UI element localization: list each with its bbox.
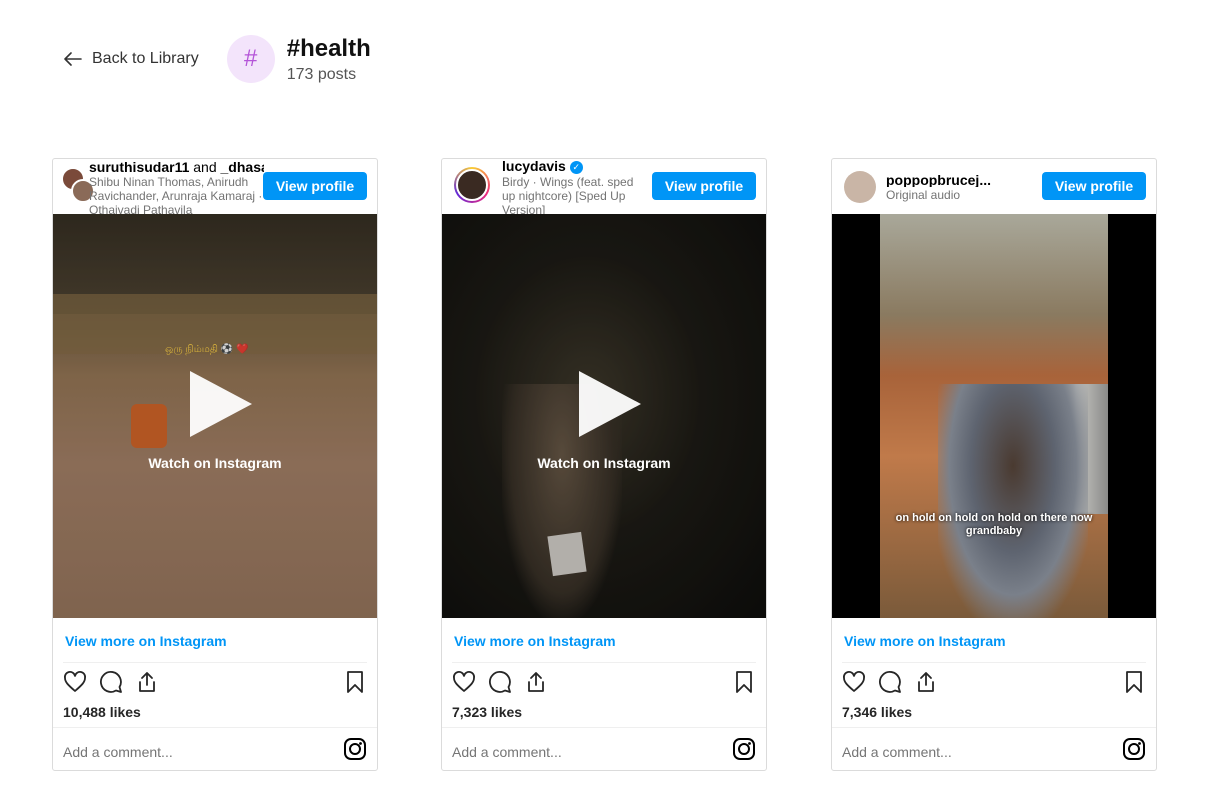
divider [832,727,1156,728]
play-icon[interactable] [190,371,252,437]
heart-icon[interactable] [842,670,866,694]
view-profile-button[interactable]: View profile [1042,172,1146,200]
watch-on-instagram-link[interactable]: Watch on Instagram [442,455,766,471]
view-more-link[interactable]: View more on Instagram [454,633,616,649]
share-icon[interactable] [914,670,938,694]
divider [63,662,367,663]
post-count: 173 posts [286,66,357,83]
action-bar [842,670,1146,696]
bookmark-icon[interactable] [343,670,367,694]
card-header: poppopbrucej... Original audio View prof… [832,159,1156,214]
play-icon[interactable] [579,371,641,437]
share-icon[interactable] [524,670,548,694]
watch-on-instagram-link[interactable]: Watch on Instagram [53,455,377,471]
view-more-link[interactable]: View more on Instagram [844,633,1006,649]
username[interactable]: suruthisudar11 and _dhasa [89,160,264,174]
card-header: lucydavis ✓ Birdy · Wings (feat. sped up … [442,159,766,217]
video-thumbnail[interactable]: Watch on Instagram [442,214,766,618]
back-to-library-link[interactable]: Back to Library [64,50,199,68]
likes-count: 10,488 likes [63,704,141,720]
divider [842,662,1146,663]
comment-icon[interactable] [878,670,902,694]
comment-input[interactable] [452,744,702,760]
likes-count: 7,323 likes [452,704,523,720]
page-header: Back to Library # #health 173 posts [64,34,371,84]
verified-badge-icon: ✓ [569,160,583,174]
audio-track[interactable]: Original audio [886,188,1044,202]
likes-count: 7,346 likes [842,704,913,720]
divider [53,727,377,728]
video-thumbnail[interactable]: ஒரு நிம்மதி ⚽ ❤️ Watch on Instagram [53,214,377,618]
instagram-embed-card: lucydavis ✓ Birdy · Wings (feat. sped up … [441,158,767,771]
bookmark-icon[interactable] [732,670,756,694]
audio-track[interactable]: Shibu Ninan Thomas, Anirudh Ravichander,… [89,175,263,217]
tag-info: #health 173 posts [287,34,371,84]
video-caption: on hold on hold on hold on there now gra… [895,512,1093,537]
comment-input[interactable] [842,744,1092,760]
avatar[interactable] [844,171,876,203]
view-more-link[interactable]: View more on Instagram [65,633,227,649]
username[interactable]: poppopbrucej... [886,173,1036,187]
instagram-icon[interactable] [732,737,756,761]
bookmark-icon[interactable] [1122,670,1146,694]
instagram-embed-card: suruthisudar11 and _dhasa Shibu Ninan Th… [52,158,378,771]
instagram-icon[interactable] [343,737,367,761]
comment-icon[interactable] [99,670,123,694]
comment-input[interactable] [63,744,313,760]
comment-icon[interactable] [488,670,512,694]
back-to-library-label: Back to Library [92,50,199,67]
card-header: suruthisudar11 and _dhasa Shibu Ninan Th… [53,159,377,217]
view-profile-button[interactable]: View profile [652,172,756,200]
arrow-left-icon [64,52,82,66]
avatar[interactable] [454,167,490,203]
instagram-embed-card: poppopbrucej... Original audio View prof… [831,158,1157,771]
audio-track[interactable]: Birdy · Wings (feat. sped up nightcore) … [502,175,648,217]
page-title: #health [286,35,371,62]
instagram-icon[interactable] [1122,737,1146,761]
action-bar [63,670,367,696]
username[interactable]: lucydavis ✓ [502,159,676,174]
heart-icon[interactable] [63,670,87,694]
hashtag-icon: # [226,35,275,83]
divider [452,662,756,663]
action-bar [452,670,756,696]
heart-icon[interactable] [452,670,476,694]
divider [442,727,766,728]
video-thumbnail[interactable]: on hold on hold on hold on there now gra… [832,214,1156,618]
share-icon[interactable] [135,670,159,694]
view-profile-button[interactable]: View profile [263,172,367,200]
